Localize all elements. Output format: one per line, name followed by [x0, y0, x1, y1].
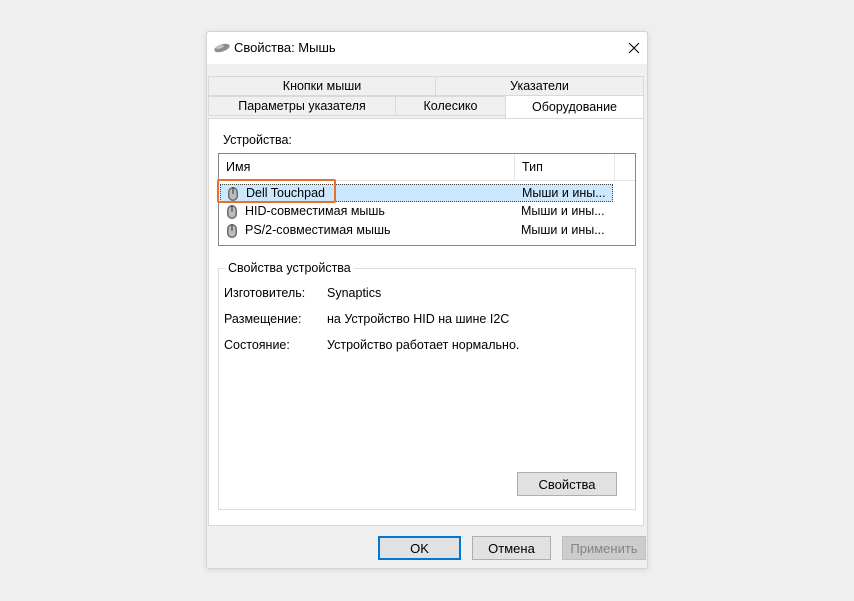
window-title: Свойства: Мышь — [234, 40, 336, 55]
device-name: PS/2-совместимая мышь — [245, 223, 391, 237]
device-properties-legend: Свойства устройства — [225, 261, 354, 275]
status-value: Устройство работает нормально. — [327, 338, 520, 352]
mouse-icon — [214, 43, 230, 53]
list-header: Имя Тип — [219, 154, 635, 181]
mouse-device-icon — [227, 205, 237, 219]
title-bar: Свойства: Мышь — [207, 32, 647, 64]
device-row-ps2-mouse[interactable]: PS/2-совместимая мышь Мыши и ины... — [220, 222, 613, 240]
column-header-name[interactable]: Имя — [219, 154, 515, 180]
device-name: HID-совместимая мышь — [245, 204, 385, 218]
tab-pointers[interactable]: Указатели — [435, 76, 644, 96]
column-header-type[interactable]: Тип — [515, 154, 615, 180]
manufacturer-label: Изготовитель: — [224, 286, 306, 300]
devices-label: Устройства: — [223, 133, 292, 147]
devices-list[interactable]: Имя Тип Dell Touchpad Мыши и ины... HID-… — [218, 153, 636, 246]
location-label: Размещение: — [224, 312, 302, 326]
tab-mouse-buttons[interactable]: Кнопки мыши — [208, 76, 436, 96]
close-button[interactable] — [621, 32, 647, 64]
device-row-dell-touchpad[interactable]: Dell Touchpad Мыши и ины... — [220, 184, 613, 202]
tab-wheel[interactable]: Колесико — [395, 96, 506, 116]
apply-button[interactable]: Применить — [562, 536, 646, 560]
location-value: на Устройство HID на шине I2C — [327, 312, 510, 326]
device-row-hid-mouse[interactable]: HID-совместимая мышь Мыши и ины... — [220, 203, 613, 221]
mouse-device-icon — [228, 187, 238, 201]
close-icon — [628, 42, 640, 54]
device-properties-button[interactable]: Свойства — [517, 472, 617, 496]
device-type: Мыши и ины... — [522, 186, 606, 200]
ok-button[interactable]: OK — [378, 536, 461, 560]
device-type: Мыши и ины... — [521, 223, 605, 237]
device-type: Мыши и ины... — [521, 204, 605, 218]
cancel-button[interactable]: Отмена — [472, 536, 551, 560]
mouse-device-icon — [227, 224, 237, 238]
tab-pointer-options[interactable]: Параметры указателя — [208, 96, 396, 116]
device-name: Dell Touchpad — [246, 186, 325, 200]
status-label: Состояние: — [224, 338, 290, 352]
manufacturer-value: Synaptics — [327, 286, 382, 300]
tab-hardware[interactable]: Оборудование — [505, 95, 644, 118]
mouse-properties-dialog: Свойства: Мышь Кнопки мыши Указатели Пар… — [206, 31, 648, 569]
